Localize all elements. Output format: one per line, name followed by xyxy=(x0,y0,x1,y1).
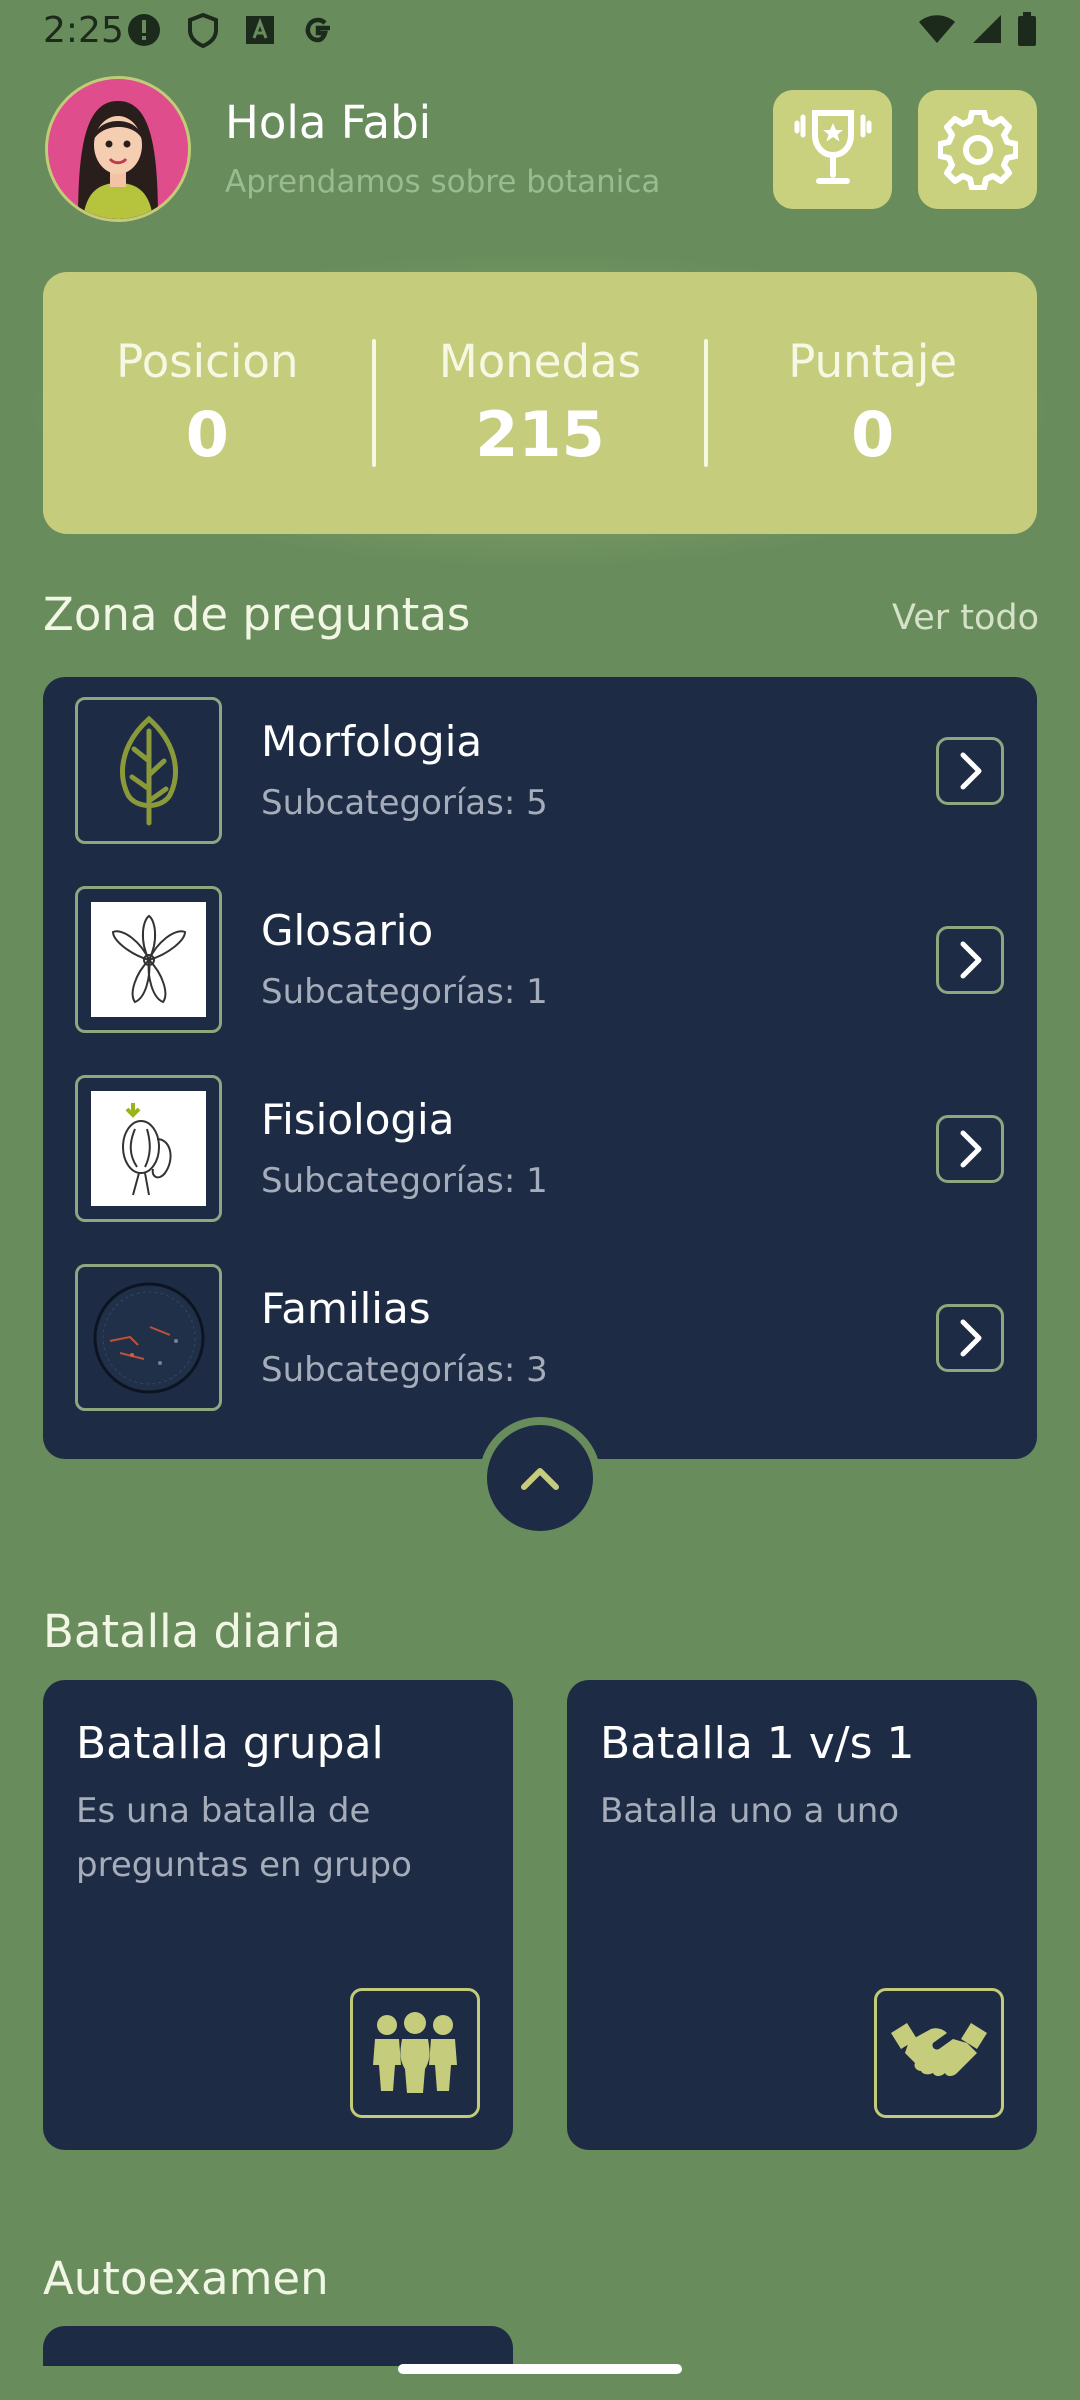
google-icon xyxy=(305,17,330,43)
category-thumbnail xyxy=(75,697,222,844)
category-arrow-button[interactable] xyxy=(936,737,1004,805)
chevron-up-icon xyxy=(521,1468,559,1490)
category-name: Familias xyxy=(261,1284,431,1333)
questions-section-title: Zona de preguntas xyxy=(43,588,471,641)
settings-button[interactable] xyxy=(918,90,1037,209)
flower-drawing xyxy=(91,902,206,1017)
battle-card-title: Batalla grupal xyxy=(76,1718,384,1769)
greeting-title: Hola Fabi xyxy=(225,96,432,149)
stat-score: Puntaje 0 xyxy=(708,335,1037,471)
category-row-morfologia[interactable]: Morfologia Subcategorías: 5 xyxy=(43,677,1037,867)
see-all-link[interactable]: Ver todo xyxy=(892,598,1039,638)
category-subtitle: Subcategorías: 3 xyxy=(261,1350,548,1390)
one-vs-one-battle-card[interactable]: Batalla 1 v/s 1 Batalla uno a uno xyxy=(567,1680,1037,2150)
avatar-illustration xyxy=(48,79,188,219)
status-system-icons xyxy=(917,12,1037,46)
category-row-fisiologia[interactable]: Fisiologia Subcategorías: 1 xyxy=(43,1055,1037,1245)
category-arrow-button[interactable] xyxy=(936,926,1004,994)
stat-score-value: 0 xyxy=(851,398,895,471)
chevron-right-icon xyxy=(960,1319,982,1357)
chevron-right-icon xyxy=(960,752,982,790)
category-subtitle: Subcategorías: 5 xyxy=(261,783,548,823)
category-arrow-button[interactable] xyxy=(936,1304,1004,1372)
group-icon xyxy=(350,1988,480,2118)
categories-panel: Morfologia Subcategorías: 5 Glosario Sub… xyxy=(43,677,1037,1459)
battle-card-description: Es una batalla de preguntas en grupo xyxy=(76,1791,412,1885)
shield-icon xyxy=(188,12,218,48)
stat-position-value: 0 xyxy=(185,398,229,471)
font-icon xyxy=(246,16,274,44)
alert-icon xyxy=(128,14,160,46)
category-subtitle: Subcategorías: 1 xyxy=(261,1161,548,1201)
stat-coins-label: Monedas xyxy=(438,335,642,388)
stat-position-label: Posicion xyxy=(116,335,299,388)
greeting-subtitle: Aprendamos sobre botanica xyxy=(225,164,661,200)
stat-position: Posicion 0 xyxy=(43,335,372,471)
chevron-right-icon xyxy=(960,941,982,979)
signal-icon xyxy=(973,15,1001,43)
wifi-icon xyxy=(919,15,955,43)
category-name: Fisiologia xyxy=(261,1095,455,1144)
gear-icon xyxy=(937,109,1018,190)
category-name: Morfologia xyxy=(261,717,483,766)
seed-drawing xyxy=(91,1091,206,1206)
handshake-icon xyxy=(874,1988,1004,2118)
avatar[interactable] xyxy=(45,76,191,222)
gesture-nav-bar[interactable] xyxy=(398,2364,682,2374)
battle-card-description: Batalla uno a uno xyxy=(600,1791,900,1831)
stats-card: Posicion 0 Monedas 215 Puntaje 0 xyxy=(43,272,1037,534)
category-thumbnail xyxy=(75,1264,222,1411)
category-subtitle: Subcategorías: 1 xyxy=(261,972,548,1012)
group-battle-card[interactable]: Batalla grupal Es una batalla de pregunt… xyxy=(43,1680,513,2150)
status-time: 2:25 xyxy=(43,10,124,51)
category-thumbnail xyxy=(75,1075,222,1222)
category-row-familias[interactable]: Familias Subcategorías: 3 xyxy=(43,1244,1037,1434)
status-notification-icons xyxy=(126,12,336,48)
stat-coins: Monedas 215 xyxy=(376,335,705,471)
self-exam-section-title: Autoexamen xyxy=(43,2252,329,2305)
category-name: Glosario xyxy=(261,906,434,955)
battle-card-title: Batalla 1 v/s 1 xyxy=(600,1718,915,1769)
battery-icon xyxy=(1018,12,1036,46)
stat-score-label: Puntaje xyxy=(788,335,958,388)
category-arrow-button[interactable] xyxy=(936,1115,1004,1183)
trophy-button[interactable] xyxy=(773,90,892,209)
collapse-button[interactable] xyxy=(479,1417,601,1539)
category-thumbnail xyxy=(75,886,222,1033)
battle-section-title: Batalla diaria xyxy=(43,1605,341,1658)
circle-diagram xyxy=(93,1282,204,1393)
self-exam-card[interactable] xyxy=(43,2326,513,2366)
stat-coins-value: 215 xyxy=(475,398,605,471)
category-row-glosario[interactable]: Glosario Subcategorías: 1 xyxy=(43,866,1037,1056)
trophy-icon xyxy=(794,109,871,184)
leaf-icon xyxy=(119,715,178,825)
chevron-right-icon xyxy=(960,1130,982,1168)
